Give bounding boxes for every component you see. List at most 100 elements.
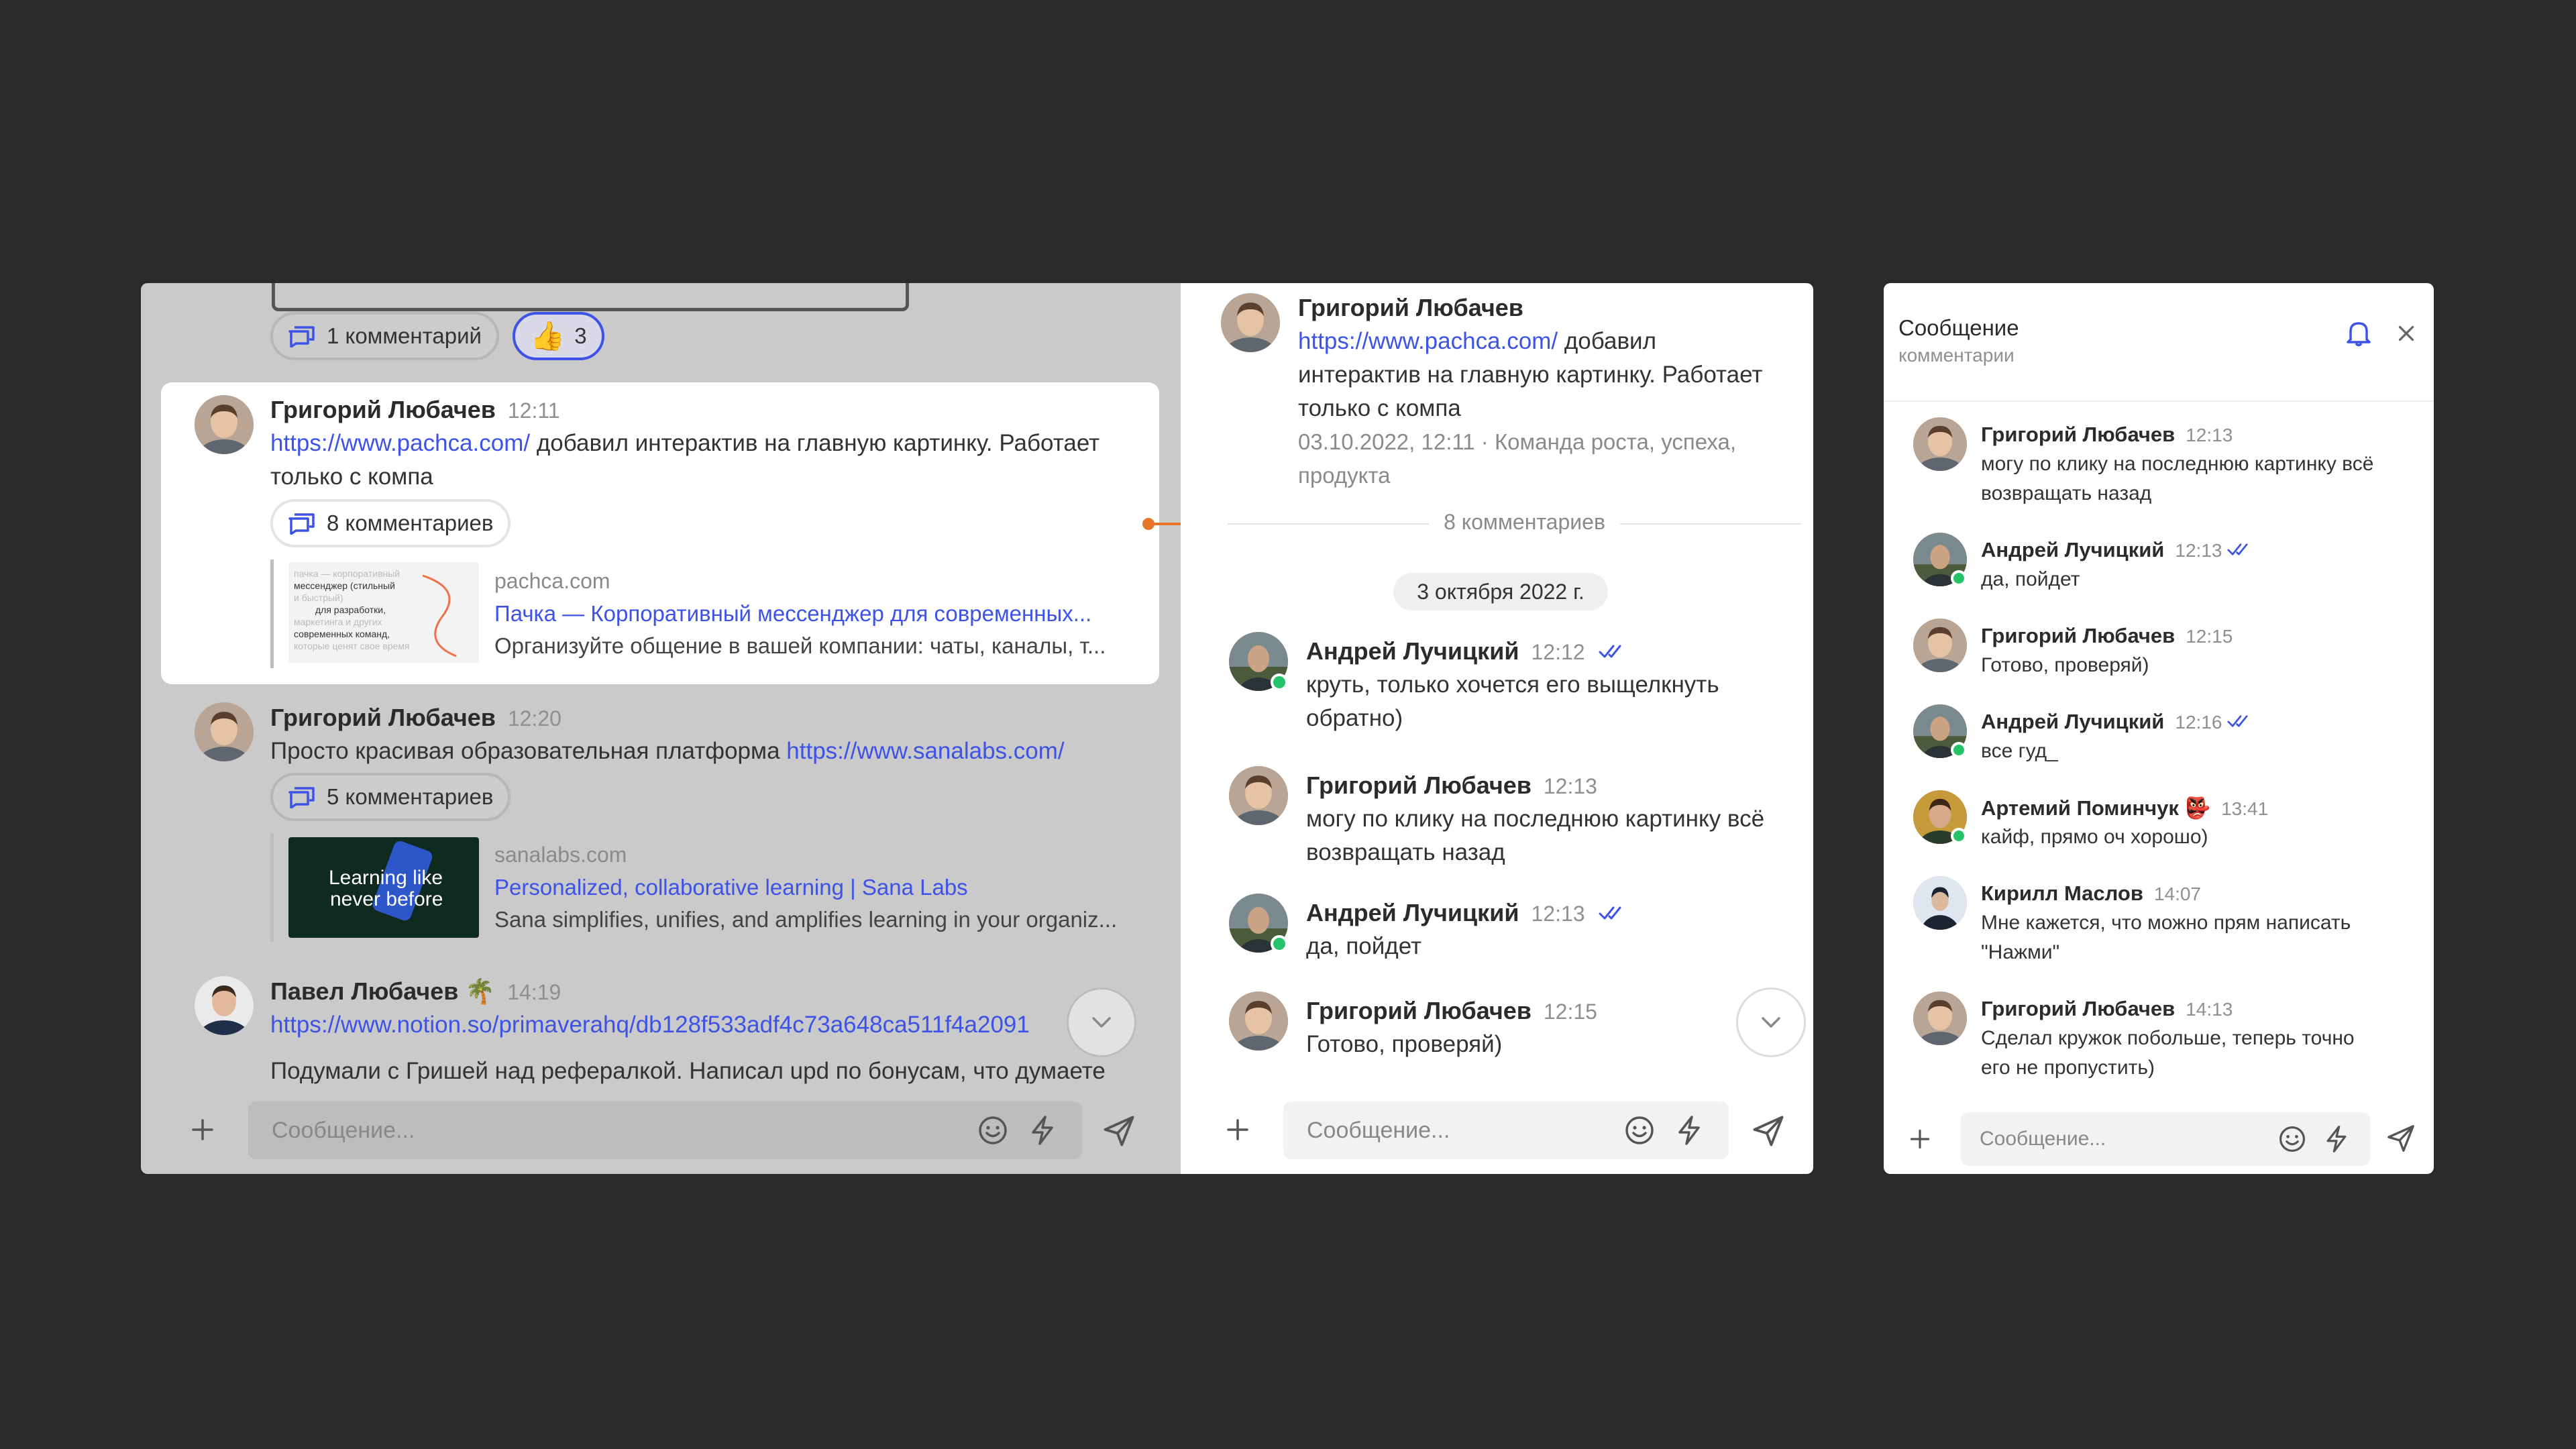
comments-count: 8 комментариев — [327, 511, 494, 535]
comment-author[interactable]: Григорий Любачев 12:15 — [1981, 624, 2233, 648]
chevron-down-icon — [1085, 1006, 1118, 1038]
comments-button[interactable]: 5 комментариев — [270, 773, 511, 821]
message-author[interactable]: Григорий Любачев 12:20 — [270, 704, 561, 732]
comment-author[interactable]: Кирилл Маслов 14:07 — [1981, 881, 2201, 906]
message-link[interactable]: https://www.pachca.com/ — [270, 430, 530, 456]
link-preview-title[interactable]: Personalized, collaborative learning | S… — [494, 875, 968, 900]
message-link[interactable]: https://www.pachca.com/ — [1298, 328, 1558, 354]
double-check-icon — [2227, 542, 2254, 557]
emoji-icon[interactable] — [977, 1114, 1009, 1146]
comment-author[interactable]: Андрей Лучицкий 12:16 — [1981, 710, 2254, 734]
comment-time: 14:07 — [2153, 883, 2202, 904]
message-input[interactable]: Сообщение... — [248, 1102, 1082, 1159]
close-icon[interactable] — [2394, 321, 2419, 346]
svg-text:и быстрый): и быстрый) — [294, 592, 343, 603]
message-author[interactable]: Григорий Любачев 12:15 — [1306, 997, 1597, 1025]
thumbs-up-icon: 👍 — [530, 319, 566, 352]
message-input[interactable]: Сообщение... — [1961, 1112, 2370, 1166]
message-author[interactable]: Андрей Лучицкий 12:13 — [1306, 899, 1628, 927]
comments-count: 5 комментариев — [327, 784, 494, 809]
comment-time: 12:13 — [2186, 425, 2233, 445]
message-time: 12:20 — [507, 706, 561, 731]
channel-panel: 1 комментарий 👍 3 Григорий Любачев 12:11 … — [141, 283, 1181, 1174]
message-author[interactable]: Григорий Любачев 12:13 — [1306, 771, 1597, 800]
send-icon[interactable] — [1751, 1114, 1786, 1148]
avatar[interactable] — [195, 702, 254, 761]
message-author[interactable]: Павел Любачев 🌴 14:19 — [270, 977, 561, 1006]
message-link[interactable]: https://www.sanalabs.com/ — [786, 738, 1064, 764]
link-preview-domain: sanalabs.com — [494, 843, 627, 867]
message-author[interactable]: Андрей Лучицкий 12:12 — [1306, 637, 1628, 665]
link-preview-thumbnail[interactable]: Learning like never before — [288, 837, 479, 938]
thumbs-up-reaction[interactable]: 👍 3 — [513, 312, 604, 360]
panel-subtitle: комментарии — [1898, 345, 2015, 366]
message-link[interactable]: https://www.notion.so/primaverahq/db128f… — [270, 1012, 1030, 1038]
comment-author[interactable]: Артемий Поминчук 👺 13:41 — [1981, 796, 2268, 820]
reaction-count: 3 — [574, 323, 587, 348]
message-text: да, пойдет — [1306, 933, 1422, 959]
message-text: Подумали с Гришей над рефералкой. Написа… — [270, 1058, 1106, 1084]
date-chip: 3 октября 2022 г. — [1393, 573, 1608, 610]
avatar[interactable] — [1913, 991, 1967, 1045]
header-divider — [1884, 400, 2434, 402]
thread-meta: 03.10.2022, 12:11 · Команда роста, успех… — [1298, 429, 1736, 488]
comment-icon — [288, 786, 316, 808]
comment-author[interactable]: Григорий Любачев 12:13 — [1981, 423, 2233, 447]
panel-title: Сообщение — [1898, 315, 2019, 340]
svg-text:современных команд,: современных команд, — [294, 629, 390, 639]
scroll-down-button[interactable] — [1736, 987, 1806, 1057]
message-time: 14:19 — [507, 980, 561, 1004]
svg-text:never before: never before — [330, 888, 443, 910]
comment-time: 12:15 — [2186, 626, 2233, 647]
previous-card-edge — [272, 283, 909, 311]
lightning-icon[interactable] — [2322, 1124, 2351, 1154]
send-icon[interactable] — [1102, 1114, 1136, 1148]
message-input-placeholder: Сообщение... — [272, 1117, 415, 1143]
link-preview-domain: pachca.com — [494, 569, 610, 593]
avatar[interactable] — [1913, 417, 1967, 471]
message-input[interactable]: Сообщение... — [1283, 1102, 1729, 1159]
emoji-icon[interactable] — [1623, 1114, 1656, 1146]
message-time: 12:15 — [1543, 1000, 1597, 1024]
link-preview-title[interactable]: Пачка — Корпоративный мессенджер для сов… — [494, 601, 1091, 627]
message-text: круть, только хочется его выщелкнуть обра… — [1306, 672, 1719, 731]
avatar[interactable] — [1913, 876, 1967, 930]
comment-icon — [288, 512, 316, 535]
lightning-icon[interactable] — [1673, 1114, 1705, 1146]
scroll-down-button[interactable] — [1067, 987, 1136, 1057]
avatar[interactable] — [1221, 293, 1280, 352]
send-icon[interactable] — [2385, 1123, 2416, 1154]
message-time: 12:12 — [1531, 640, 1585, 664]
thread-author[interactable]: Григорий Любачев — [1298, 294, 1523, 322]
goblin-icon: 👺 — [2184, 796, 2211, 820]
bell-icon[interactable] — [2345, 318, 2372, 347]
message-author[interactable]: Григорий Любачев 12:11 — [270, 396, 560, 424]
message-text: Готово, проверяй) — [1306, 1031, 1503, 1057]
lightning-icon[interactable] — [1026, 1114, 1059, 1146]
double-check-icon — [1599, 905, 1628, 921]
avatar[interactable] — [1229, 991, 1288, 1051]
comments-button[interactable]: 1 комментарий — [270, 312, 499, 360]
avatar[interactable] — [195, 976, 254, 1035]
link-preview-thumbnail[interactable]: пачка — корпоративный мессенджер (стильн… — [288, 562, 479, 663]
comments-divider-label: 8 комментариев — [1444, 510, 1605, 534]
online-status — [1271, 935, 1288, 953]
avatar[interactable] — [1913, 619, 1967, 672]
sana-preview-image: Learning like never before — [329, 841, 443, 921]
message-time: 12:13 — [1531, 902, 1585, 926]
divider — [1228, 523, 1429, 525]
avatar[interactable] — [195, 395, 254, 454]
message-text: https://www.pachca.com/ добавил интеракт… — [270, 430, 1100, 490]
emoji-icon[interactable] — [2277, 1124, 2307, 1154]
comments-button[interactable]: 8 комментариев — [270, 499, 511, 547]
avatar[interactable] — [1229, 766, 1288, 825]
message-text: могу по клику на последнюю картинку всё в… — [1306, 806, 1765, 865]
plus-icon[interactable] — [1908, 1127, 1932, 1151]
plus-icon[interactable] — [1224, 1116, 1251, 1143]
divider — [1620, 523, 1801, 525]
plus-icon[interactable] — [189, 1116, 216, 1143]
thread-text: https://www.pachca.com/ добавил интеракт… — [1298, 328, 1763, 421]
comment-author[interactable]: Андрей Лучицкий 12:13 — [1981, 538, 2254, 562]
comment-author[interactable]: Григорий Любачев 14:13 — [1981, 997, 2233, 1021]
svg-text:маркетинга и других: маркетинга и других — [294, 616, 382, 627]
